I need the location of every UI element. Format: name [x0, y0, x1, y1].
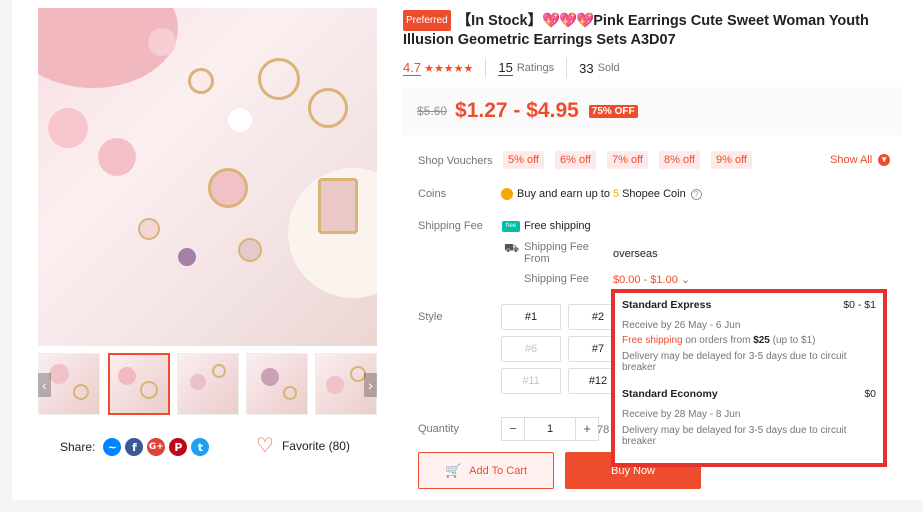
voucher-chip[interactable]: 7% off [607, 151, 648, 169]
express-header: Standard Express $0 - $1 [622, 299, 876, 311]
thumbnail-active[interactable] [108, 353, 170, 415]
thumbnail-strip: ‹ › [38, 353, 377, 417]
ratings-count[interactable]: 15 [498, 60, 513, 76]
voucher-chip[interactable]: 6% off [555, 151, 596, 169]
ratings-label: Ratings [516, 62, 555, 74]
coins-info: Buy and earn up to 5 Shopee Coin ? [501, 188, 702, 200]
divider [566, 58, 568, 78]
voucher-chip[interactable]: 8% off [659, 151, 700, 169]
coin-icon [501, 188, 513, 200]
messenger-icon[interactable]: ~ [103, 438, 122, 456]
express-free-shipping: Free shipping on orders from $25 (up to … [622, 335, 876, 346]
quantity-increase-button[interactable]: + [575, 417, 599, 441]
voucher-chip[interactable]: 9% off [711, 151, 752, 169]
sold-label: Sold [597, 62, 620, 74]
preferred-badge: Preferred [403, 10, 451, 31]
express-receive: Receive by 26 May - 6 Jun [622, 320, 741, 331]
facebook-icon[interactable]: f [125, 438, 144, 456]
rating-row: 4.7 ★★★★★ 15 Ratings 33 Sold [403, 58, 620, 78]
quantity-label: Quantity [418, 423, 459, 435]
coins-pre: Buy and earn up to [517, 188, 610, 200]
favorite-button[interactable]: ♡ Favorite (80) [256, 435, 350, 457]
help-icon[interactable]: ? [690, 188, 702, 200]
stock-available: 78 [597, 424, 610, 436]
pinterest-icon[interactable]: P [169, 438, 188, 456]
sold-count: 33 [579, 60, 594, 76]
chevron-down-icon: ⌄ [680, 274, 691, 286]
economy-header: Standard Economy $0 [622, 388, 876, 400]
thumbnail-prev-arrow[interactable]: ‹ [38, 373, 51, 397]
economy-range: $0 [864, 388, 876, 400]
free-shipping-link[interactable]: Free shipping [622, 335, 683, 346]
economy-delay: Delivery may be delayed for 3-5 days due… [622, 425, 847, 447]
product-page: ‹ › Share: ~ f G+ P t ♡ Favorite (80) Pr… [12, 0, 923, 500]
free-shipping-info: free Free shipping [502, 220, 591, 232]
free-shipping-truck-icon: free [502, 220, 520, 232]
discount-badge: 75% OFF [588, 104, 638, 118]
shipping-from-value: overseas [613, 248, 658, 260]
favorite-label: Favorite (80) [281, 439, 350, 453]
express-title: Standard Express [622, 299, 712, 311]
thumbnail[interactable] [246, 353, 308, 415]
express-free-b: on orders from [685, 335, 751, 346]
shipping-fee-dropdown[interactable]: $0.00 - $1.00 ⌄ [613, 273, 690, 286]
share-bar: Share: ~ f G+ P t [60, 437, 210, 457]
economy-receive: Receive by 28 May - 8 Jun [622, 409, 741, 420]
shipping-options-popup: Standard Express $0 - $1 Receive by 26 M… [611, 289, 887, 467]
chevron-down-icon: ▼ [878, 154, 891, 166]
voucher-list: 5% off 6% off 7% off 8% off 9% off [503, 151, 763, 169]
express-range: $0 - $1 [843, 299, 876, 311]
thumbnail[interactable] [177, 353, 239, 415]
express-delay: Delivery may be delayed for 3-5 days due… [622, 351, 847, 373]
current-price: $1.27 - $4.95 [455, 99, 579, 122]
original-price: $5.60 [417, 104, 448, 118]
share-label: Share: [60, 440, 96, 454]
divider [485, 58, 487, 78]
twitter-icon[interactable]: t [191, 438, 210, 456]
quantity-decrease-button[interactable]: − [501, 417, 525, 441]
rating-score[interactable]: 4.7 [403, 60, 422, 76]
style-option[interactable]: #1 [501, 304, 561, 330]
quantity-stepper: − 1 + [501, 417, 599, 441]
quantity-input[interactable]: 1 [525, 417, 575, 441]
coins-label: Coins [418, 188, 447, 200]
express-free-amount: $25 [753, 335, 770, 346]
shipping-fee-value: $0.00 - $1.00 [613, 274, 678, 286]
add-to-cart-button[interactable]: 🛒 Add To Cart [418, 452, 554, 489]
voucher-chip[interactable]: 5% off [503, 151, 544, 169]
coins-amount: 5 [612, 188, 620, 200]
show-all-vouchers-button[interactable]: Show All ▼ [830, 154, 891, 166]
vouchers-label: Shop Vouchers [418, 155, 493, 167]
style-option-disabled: #11 [501, 368, 561, 394]
coins-post: Shopee Coin [622, 188, 686, 200]
title-hearts: 💖💖💖 [542, 13, 594, 29]
free-shipping-text: Free shipping [524, 220, 591, 232]
product-title: Preferred 【In Stock】💖💖💖Pink Earrings Cute… [403, 10, 903, 50]
star-rating-icon: ★★★★★ [424, 62, 474, 75]
title-prefix: 【In Stock】 [456, 13, 543, 29]
express-free-c: (up to $1) [772, 335, 816, 346]
economy-title: Standard Economy [622, 388, 718, 400]
cart-icon: 🛒 [444, 462, 462, 478]
style-label: Style [418, 311, 443, 323]
shipping-truck-icon: ⛟ [504, 241, 520, 255]
product-main-image[interactable] [38, 8, 377, 346]
shipping-from-label: Shipping Fee From [524, 241, 589, 265]
heart-icon: ♡ [256, 435, 274, 457]
show-all-label: Show All [830, 154, 873, 166]
shipping-label: Shipping Fee [418, 220, 483, 232]
google-plus-icon[interactable]: G+ [147, 438, 166, 456]
price-box: $5.60 $1.27 - $4.95 75% OFF [403, 87, 903, 135]
shipping-fee-label: Shipping Fee [524, 273, 589, 285]
style-option-disabled: #6 [501, 336, 561, 362]
add-to-cart-label: Add To Cart [469, 464, 528, 477]
thumbnail-next-arrow[interactable]: › [364, 373, 377, 397]
